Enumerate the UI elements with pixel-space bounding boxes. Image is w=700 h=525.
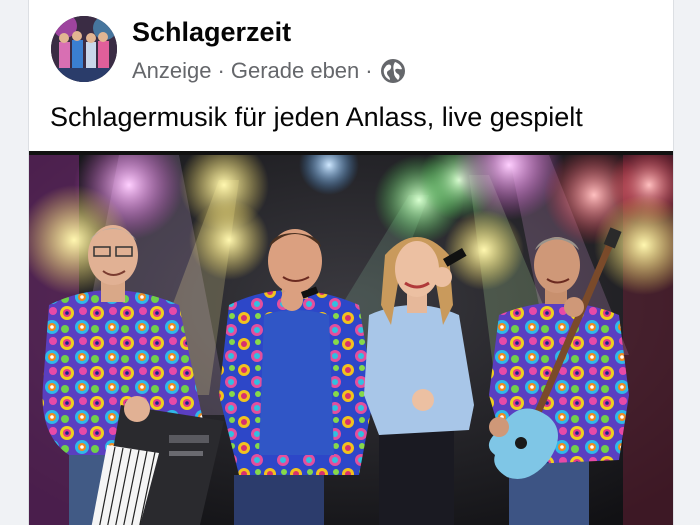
post-timestamp[interactable]: Gerade eben [231,58,359,84]
avatar-band-image [51,16,117,82]
meta-separator: · [365,58,373,83]
sponsored-label[interactable]: Anzeige [132,58,212,84]
band-photo [29,155,673,525]
meta-separator: · [217,58,225,83]
page-name-link[interactable]: Schlagerzeit [132,17,291,48]
post-image[interactable] [29,151,673,525]
post-caption: Schlagermusik für jeden Anlass, live ges… [50,102,583,132]
globe-icon[interactable] [379,57,407,85]
page-avatar[interactable] [51,16,117,82]
post-meta: Anzeige · Gerade eben · [132,56,407,86]
ad-post-card: Schlagerzeit Anzeige · Gerade eben · Sch… [28,0,674,525]
